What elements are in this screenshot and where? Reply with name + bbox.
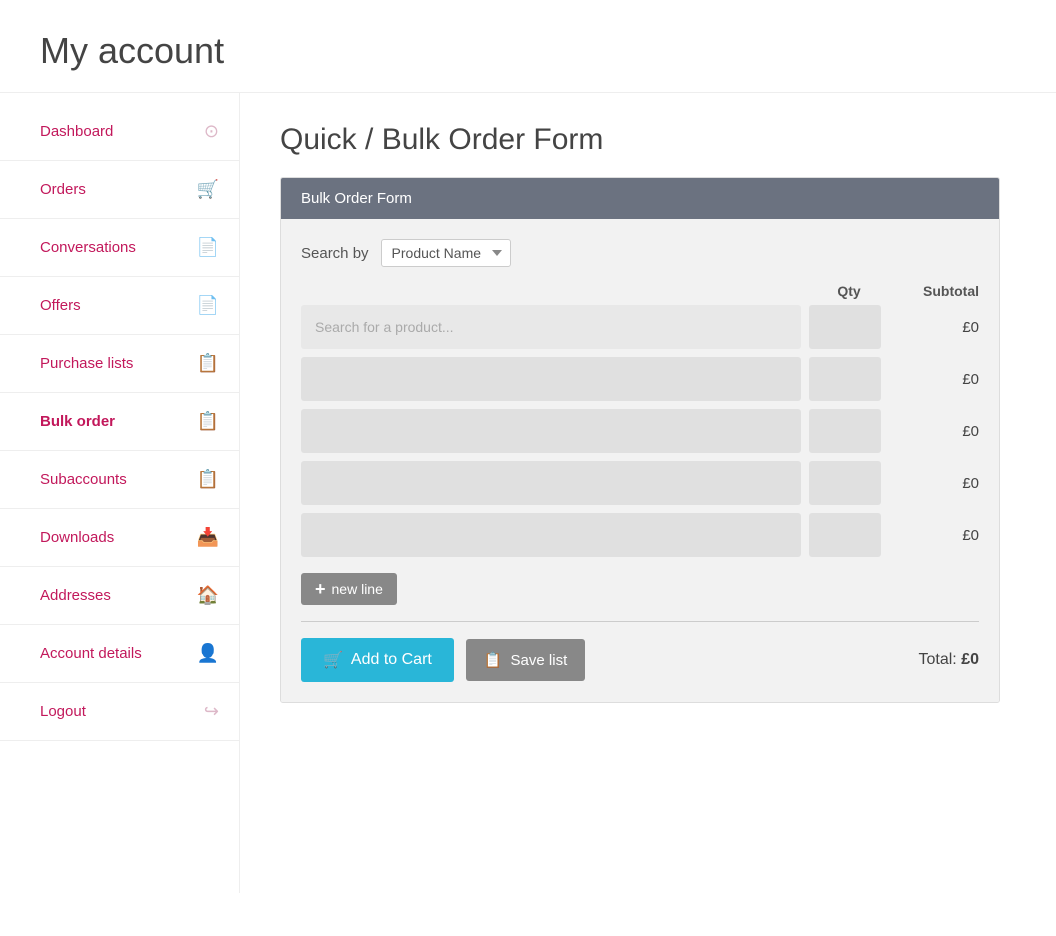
col-subtotal-header: Subtotal: [889, 283, 979, 299]
product-search-input[interactable]: [301, 305, 801, 349]
page-title: My account: [0, 0, 1056, 93]
sidebar-item-offers[interactable]: Offers 📄: [0, 277, 239, 335]
qty-input-4[interactable]: [809, 461, 881, 505]
order-row-3: £0: [301, 409, 979, 453]
subtotal-5: £0: [889, 527, 979, 544]
downloads-icon: 📥: [197, 527, 219, 548]
order-row-1: £0: [301, 305, 979, 349]
orders-icon: 🛒: [197, 179, 219, 200]
plus-icon: +: [315, 580, 326, 598]
total-display: Total: £0: [919, 651, 980, 669]
save-list-button[interactable]: 📋 Save list: [466, 639, 585, 681]
sidebar-item-bulk-order[interactable]: Bulk order 📋: [0, 393, 239, 451]
save-list-icon: 📋: [484, 651, 503, 669]
bulk-form-body: Search by Product Name SKU Barcode Qty S…: [281, 219, 999, 702]
new-line-button[interactable]: + new line: [301, 573, 397, 605]
col-qty-header: Qty: [809, 283, 889, 299]
add-to-cart-label: Add to Cart: [351, 651, 432, 669]
product-input-5[interactable]: [301, 513, 801, 557]
purchase-lists-icon: 📋: [197, 353, 219, 374]
product-input-2[interactable]: [301, 357, 801, 401]
sidebar-item-subaccounts[interactable]: Subaccounts 📋: [0, 451, 239, 509]
total-value: £0: [961, 651, 979, 668]
account-details-icon: 👤: [197, 643, 219, 664]
product-input-3[interactable]: [301, 409, 801, 453]
cart-icon: 🛒: [323, 650, 343, 670]
column-headers: Qty Subtotal: [301, 283, 979, 299]
save-list-label: Save list: [511, 652, 568, 669]
sidebar-item-conversations[interactable]: Conversations 📄: [0, 219, 239, 277]
divider: [301, 621, 979, 622]
sidebar-item-purchase-lists[interactable]: Purchase lists 📋: [0, 335, 239, 393]
sidebar-item-addresses[interactable]: Addresses 🏠: [0, 567, 239, 625]
section-title: Quick / Bulk Order Form: [280, 123, 1016, 157]
order-row-5: £0: [301, 513, 979, 557]
order-row-4: £0: [301, 461, 979, 505]
bulk-form-header: Bulk Order Form: [281, 178, 999, 219]
search-by-select[interactable]: Product Name SKU Barcode: [381, 239, 511, 267]
addresses-icon: 🏠: [197, 585, 219, 606]
bulk-order-icon: 📋: [197, 411, 219, 432]
actions-row: 🛒 Add to Cart 📋 Save list Total: £0: [301, 638, 979, 682]
offers-icon: 📄: [197, 295, 219, 316]
search-by-row: Search by Product Name SKU Barcode: [301, 239, 979, 267]
subtotal-3: £0: [889, 423, 979, 440]
sidebar-item-account-details[interactable]: Account details 👤: [0, 625, 239, 683]
qty-input-2[interactable]: [809, 357, 881, 401]
dashboard-icon: ⊙: [204, 121, 219, 142]
qty-input-5[interactable]: [809, 513, 881, 557]
total-text: Total:: [919, 651, 957, 668]
sidebar-item-dashboard[interactable]: Dashboard ⊙: [0, 103, 239, 161]
qty-input-3[interactable]: [809, 409, 881, 453]
sidebar: Dashboard ⊙ Orders 🛒 Conversations 📄 Off…: [0, 93, 240, 893]
add-to-cart-button[interactable]: 🛒 Add to Cart: [301, 638, 454, 682]
main-content: Quick / Bulk Order Form Bulk Order Form …: [240, 93, 1056, 893]
order-row-2: £0: [301, 357, 979, 401]
subaccounts-icon: 📋: [197, 469, 219, 490]
sidebar-item-logout[interactable]: Logout ↪: [0, 683, 239, 741]
new-line-label: new line: [332, 581, 383, 597]
sidebar-item-orders[interactable]: Orders 🛒: [0, 161, 239, 219]
conversations-icon: 📄: [197, 237, 219, 258]
subtotal-4: £0: [889, 475, 979, 492]
subtotal-2: £0: [889, 371, 979, 388]
bulk-form-container: Bulk Order Form Search by Product Name S…: [280, 177, 1000, 703]
logout-icon: ↪: [204, 701, 219, 722]
sidebar-item-downloads[interactable]: Downloads 📥: [0, 509, 239, 567]
product-input-4[interactable]: [301, 461, 801, 505]
search-by-label: Search by: [301, 245, 369, 262]
qty-input-1[interactable]: [809, 305, 881, 349]
subtotal-1: £0: [889, 319, 979, 336]
